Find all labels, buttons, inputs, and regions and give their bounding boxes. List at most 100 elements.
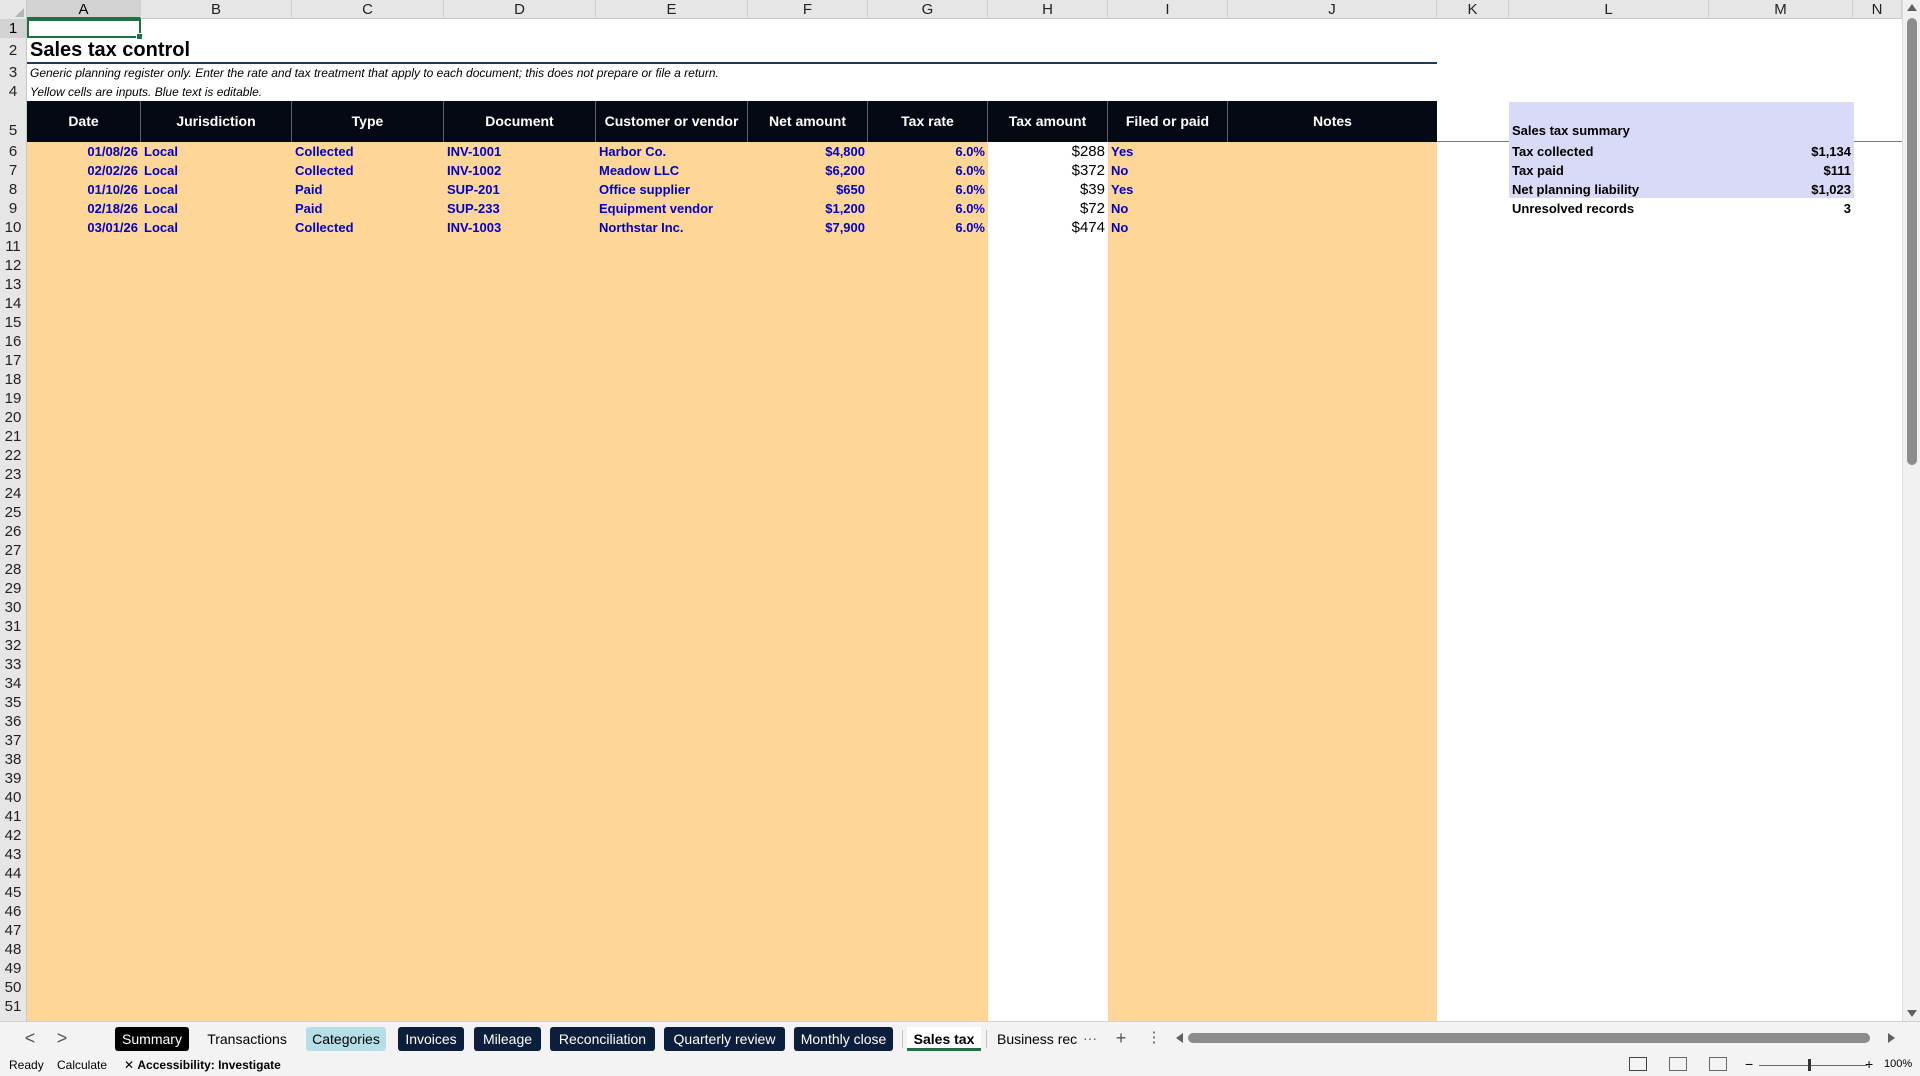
cell-jurisdiction[interactable]: Local [141,180,292,199]
row-header[interactable]: 16 [0,332,26,351]
vertical-scrollbar[interactable] [1902,0,1920,1021]
scroll-up-icon[interactable] [1907,4,1917,11]
cell-jurisdiction[interactable]: Local [141,142,292,161]
page-break-view-icon[interactable] [1709,1057,1727,1071]
row-header[interactable]: 30 [0,598,26,617]
row-header[interactable]: 20 [0,408,26,427]
column-header-i[interactable]: I [1108,0,1228,19]
column-header-e[interactable]: E [596,0,748,19]
cell-type[interactable]: Paid [292,180,444,199]
row-header[interactable]: 36 [0,712,26,731]
row-header[interactable]: 11 [0,237,26,256]
vertical-scroll-thumb[interactable] [1907,18,1917,465]
row-header[interactable]: 7 [0,161,26,180]
cell-tax-amount[interactable]: $474 [988,218,1108,237]
tab-quarterly-review[interactable]: Quarterly review [664,1027,785,1051]
cell-filed-paid[interactable]: No [1108,199,1228,218]
row-header[interactable]: 28 [0,560,26,579]
cell-document[interactable]: INV-1002 [444,161,596,180]
cell-date[interactable]: 02/18/26 [27,199,141,218]
row-header[interactable]: 21 [0,427,26,446]
scroll-left-icon[interactable] [1176,1033,1183,1043]
row-header[interactable]: 9 [0,199,26,218]
tab-monthly-close[interactable]: Monthly close [794,1027,893,1051]
row-header[interactable]: 44 [0,864,26,883]
zoom-level[interactable]: 100% [1884,1058,1912,1070]
cell-document[interactable]: INV-1003 [444,218,596,237]
column-header-j[interactable]: J [1228,0,1437,19]
header-jurisdiction[interactable]: Jurisdiction [141,101,292,142]
row-header[interactable]: 26 [0,522,26,541]
cell-net-amount[interactable]: $650 [748,180,868,199]
row-header[interactable]: 15 [0,313,26,332]
row-header[interactable]: 43 [0,845,26,864]
cell-net-amount[interactable]: $6,200 [748,161,868,180]
cell-date[interactable]: 01/10/26 [27,180,141,199]
header-filed-paid[interactable]: Filed or paid [1108,101,1228,142]
zoom-out-button[interactable]: − [1745,1056,1753,1072]
cell-filed-paid[interactable]: Yes [1108,142,1228,161]
summary-label-unresolved[interactable]: Unresolved records [1512,199,1634,218]
cell-tax-rate[interactable]: 6.0% [868,199,988,218]
header-tax-amount[interactable]: Tax amount [988,101,1108,142]
row-header[interactable]: 27 [0,541,26,560]
tab-business-records[interactable]: Business reco [993,1027,1077,1051]
cell-filed-paid[interactable]: No [1108,161,1228,180]
sheet-options-icon[interactable]: ⋮ [1144,1028,1164,1048]
cell-date[interactable]: 03/01/26 [27,218,141,237]
cell-notes[interactable] [1228,161,1437,180]
row-header[interactable]: 17 [0,351,26,370]
cell-jurisdiction[interactable]: Local [141,218,292,237]
cell-tax-rate[interactable]: 6.0% [868,142,988,161]
column-header-b[interactable]: B [141,0,292,19]
row-header[interactable]: 25 [0,503,26,522]
row-header[interactable]: 38 [0,750,26,769]
summary-label-net-liability[interactable]: Net planning liability [1512,180,1639,199]
row-header[interactable]: 24 [0,484,26,503]
cell-tax-amount[interactable]: $39 [988,180,1108,199]
cell-date[interactable]: 02/02/26 [27,161,141,180]
cell-tax-amount[interactable]: $288 [988,142,1108,161]
zoom-in-button[interactable]: + [1865,1056,1873,1072]
row-header[interactable]: 37 [0,731,26,750]
row-header[interactable]: 33 [0,655,26,674]
column-header-a[interactable]: A [27,0,141,19]
row-header[interactable]: 1 [0,19,26,38]
cell-notes[interactable] [1228,218,1437,237]
page-layout-view-icon[interactable] [1669,1057,1687,1071]
row-header[interactable]: 42 [0,826,26,845]
header-customer-vendor[interactable]: Customer or vendor [596,101,748,142]
header-document[interactable]: Document [444,101,596,142]
row-header[interactable]: 2 [0,38,26,63]
column-header-h[interactable]: H [988,0,1108,19]
tab-scroll-next-button[interactable]: > [52,1028,72,1048]
column-header-d[interactable]: D [444,0,596,19]
cell-filed-paid[interactable]: No [1108,218,1228,237]
row-header[interactable]: 6 [0,142,26,161]
cell-net-amount[interactable]: $4,800 [748,142,868,161]
column-header-k[interactable]: K [1437,0,1509,19]
row-header[interactable]: 29 [0,579,26,598]
header-date[interactable]: Date [27,101,141,142]
row-header[interactable]: 49 [0,959,26,978]
row-header[interactable]: 31 [0,617,26,636]
summary-value-tax-paid[interactable]: $111 [1727,161,1852,180]
row-header[interactable]: 48 [0,940,26,959]
cell-notes[interactable] [1228,180,1437,199]
header-type[interactable]: Type [292,101,444,142]
cell-party[interactable]: Equipment vendor [596,199,748,218]
cell-document[interactable]: SUP-233 [444,199,596,218]
cell-party[interactable]: Office supplier [596,180,748,199]
sheet-grid[interactable]: Sales tax control Generic planning regis… [27,19,1902,1021]
cell-tax-amount[interactable]: $372 [988,161,1108,180]
cell-notes[interactable] [1228,199,1437,218]
column-header-f[interactable]: F [748,0,868,19]
row-header[interactable]: 22 [0,446,26,465]
horizontal-scrollbar[interactable] [1176,1033,1895,1043]
cell-tax-amount[interactable]: $72 [988,199,1108,218]
tab-summary[interactable]: Summary [115,1027,189,1051]
row-header[interactable]: 10 [0,218,26,237]
cell-type[interactable]: Collected [292,142,444,161]
column-header-l[interactable]: L [1509,0,1709,19]
tab-reconciliation[interactable]: Reconciliation [550,1027,655,1051]
